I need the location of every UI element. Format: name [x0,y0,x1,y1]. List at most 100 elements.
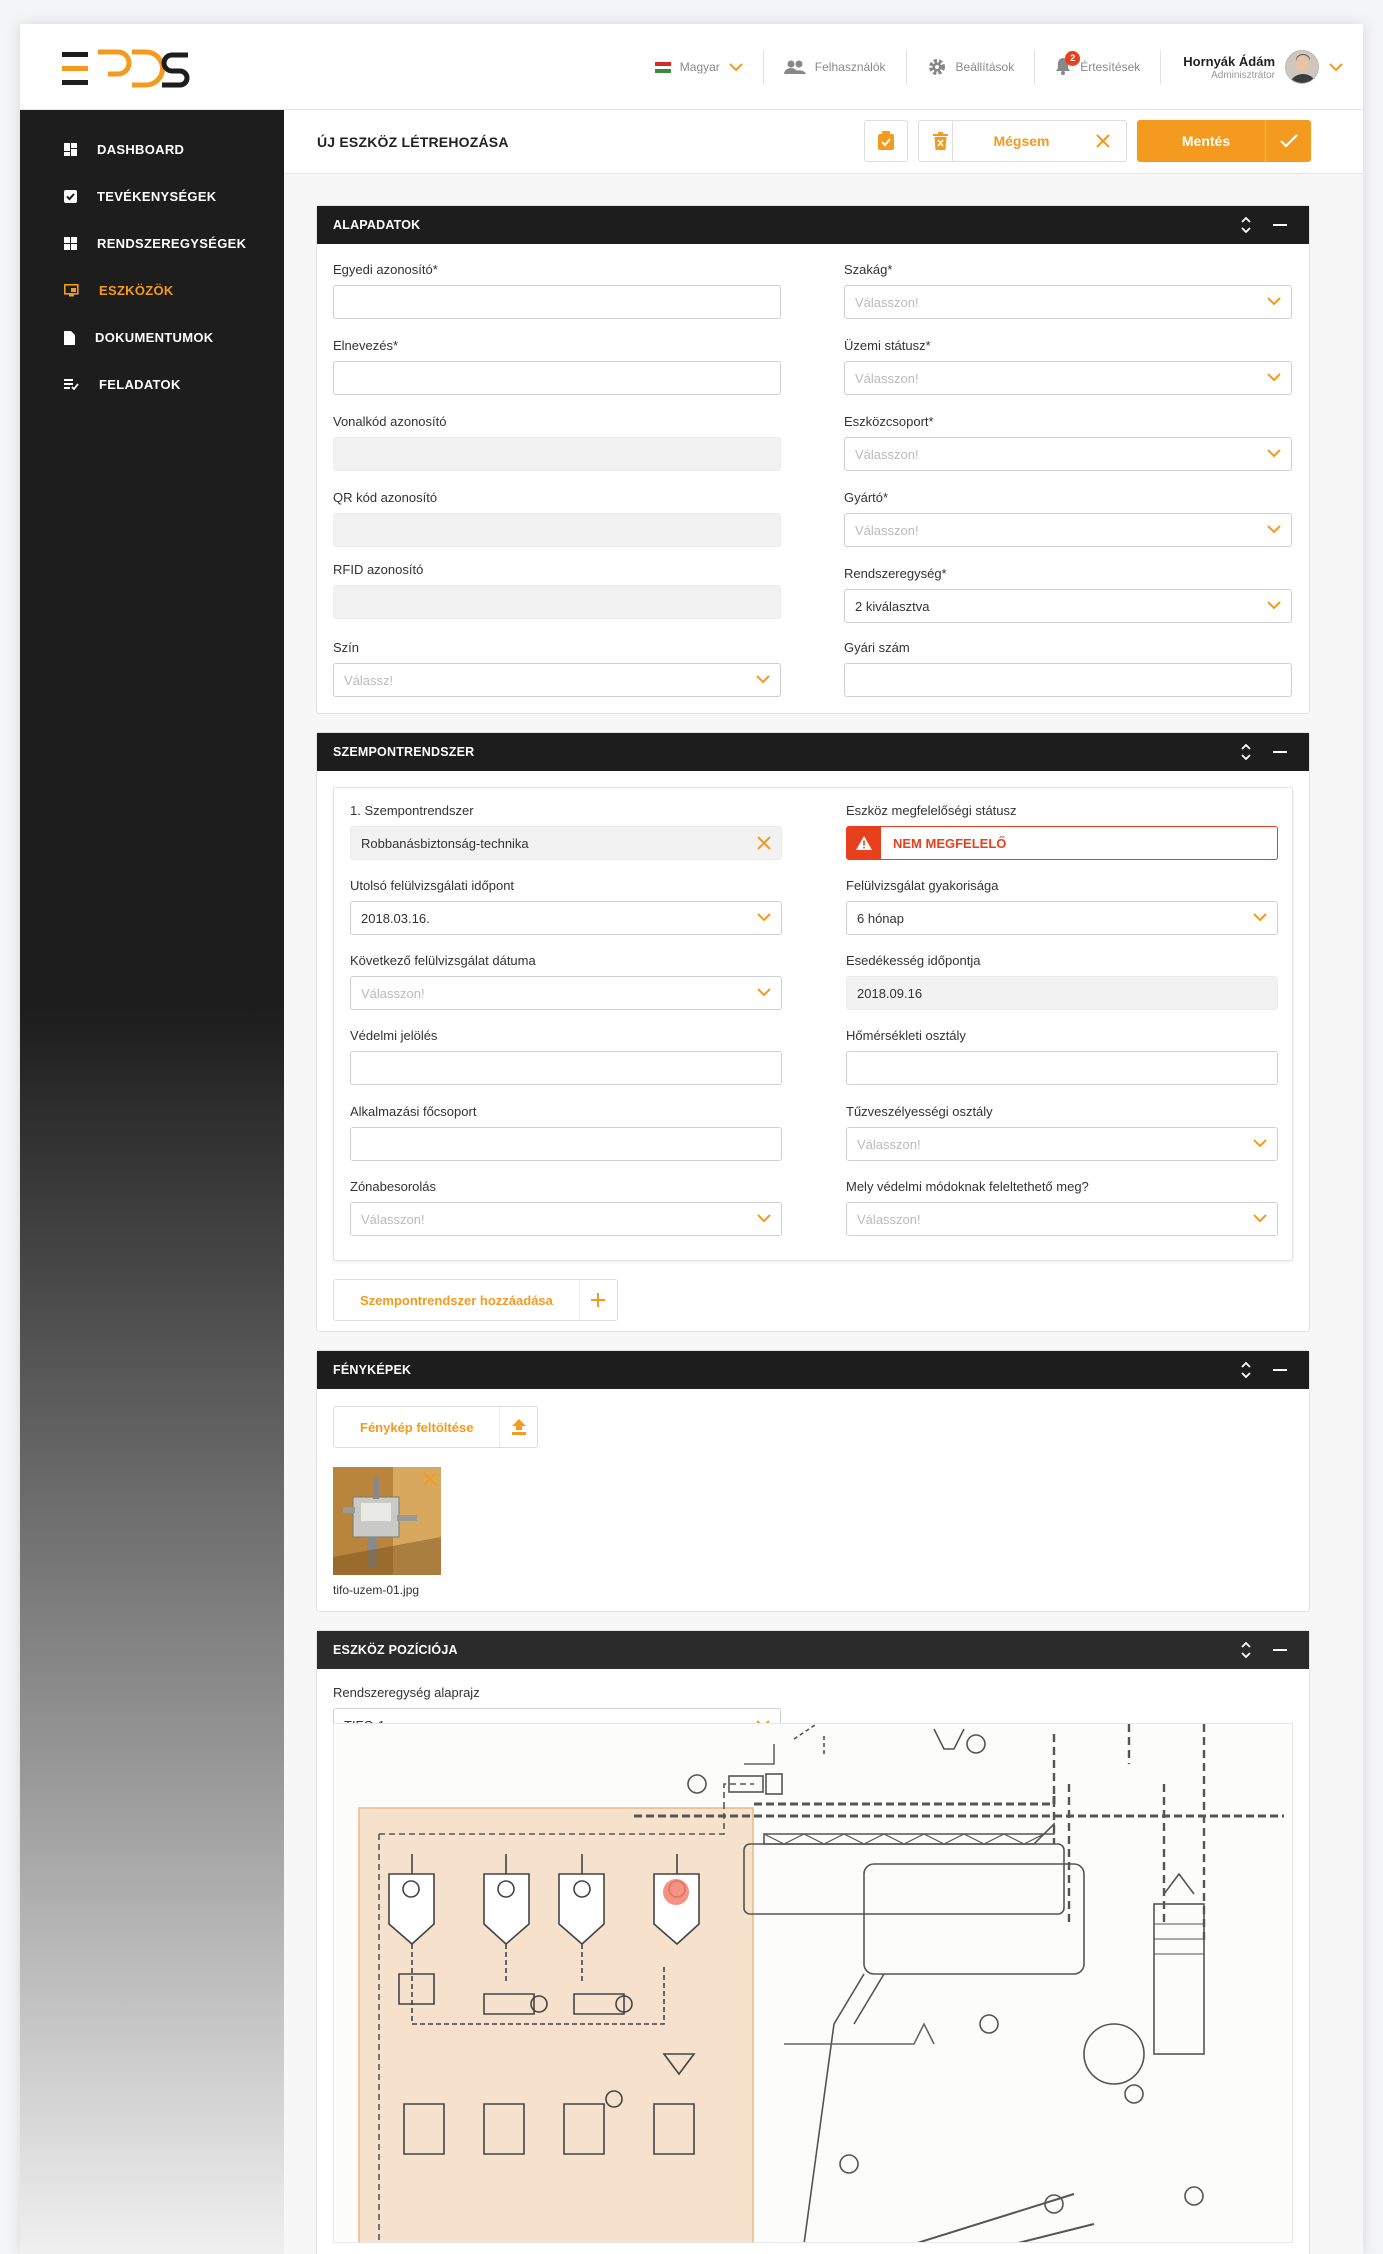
last-review-field: Utolsó felülvizsgálati időpont 2018.03.1… [350,878,782,935]
field-label: Eszközcsoport* [844,414,934,429]
chevron-down-icon [729,62,743,71]
next-review-select[interactable]: Válasszon! [350,976,782,1010]
minimize-icon[interactable] [1273,1649,1287,1651]
select-value: 2018.03.16. [361,910,430,926]
protection-modes-select[interactable]: Válasszon! [846,1202,1278,1236]
add-criteria-label: Szempontrendszer hozzáadása [360,1292,553,1308]
field-label: Hőmérsékleti osztály [846,1028,966,1043]
color-field: Szín Válassz! [333,640,781,697]
expand-collapse-icon[interactable] [1241,216,1251,234]
sysunit-select[interactable]: 2 kiválasztva [844,589,1292,623]
user-menu[interactable]: Hornyák Ádám Adminisztrátor [1161,50,1343,84]
sidebar-item-devices[interactable]: ESZKÖZÖK [20,267,284,314]
unique-id-input[interactable] [333,285,781,319]
group-field: Eszközcsoport* Válasszon! [844,414,1292,471]
fire-class-select[interactable]: Válasszon! [846,1127,1278,1161]
field-label: Rendszeregység* [844,566,947,581]
settings-link[interactable]: Beállítások [907,50,1036,84]
group-select[interactable]: Válasszon! [844,437,1292,471]
top-bar: Magyar Felhasználók Beállítások 2 Értesí… [20,24,1363,110]
due-field: Esedékesség időpontja 2018.09.16 [846,953,1278,1010]
chevron-down-icon [1267,449,1281,458]
minimize-icon[interactable] [1273,224,1287,226]
users-link[interactable]: Felhasználók [764,50,907,84]
panel-title: SZEMPONTRENDSZER [333,745,475,759]
op-status-select[interactable]: Válasszon! [844,361,1292,395]
clear-icon[interactable] [757,836,771,850]
expand-collapse-icon[interactable] [1241,743,1251,761]
chevron-down-icon [756,675,770,684]
compliance-field: Eszköz megfelelőségi státusz NEM MEGFELE… [846,803,1278,860]
cancel-label: Mégsem [993,133,1050,149]
sidebar-item-dashboard[interactable]: DASHBOARD [20,126,284,173]
field-label: Védelmi jelölés [350,1028,438,1043]
upload-photo-button[interactable]: Fénykép feltöltése [333,1406,539,1448]
remove-photo-icon[interactable] [423,1472,437,1486]
qr-field: QR kód azonosító [333,490,781,547]
manufacturer-select[interactable]: Válasszon! [844,513,1292,547]
users-icon [783,60,806,74]
field-value: Robbanásbiztonság-technika [361,835,529,851]
sidebar-item-label: RENDSZEREGYSÉGEK [97,236,247,251]
sidebar-item-system-units[interactable]: RENDSZEREGYSÉGEK [20,220,284,267]
protection-field: Védelmi jelölés [350,1028,782,1085]
close-icon [1096,134,1110,148]
basic-data-panel: ALAPADATOK Egyedi azonosító* Szakág* Vál… [316,205,1310,714]
field-label: Esedékesség időpontja [846,953,981,968]
field-label: Szín [333,640,360,655]
zone-select[interactable]: Válasszon! [350,1202,782,1236]
chevron-down-icon [1267,525,1281,534]
user-info: Hornyák Ádám Adminisztrátor [1183,54,1275,81]
name-input[interactable] [333,361,781,395]
minimize-icon[interactable] [1273,1369,1287,1371]
approve-button[interactable] [864,120,908,162]
language-selector[interactable]: Magyar [635,50,764,84]
main-content: ÚJ ESZKÖZ LÉTREHOZÁSA Mégsem Mentés ALAP… [284,110,1363,2254]
expand-collapse-icon[interactable] [1241,1641,1251,1659]
branch-select[interactable]: Válasszon! [844,285,1292,319]
notification-badge: 2 [1065,50,1081,66]
trash-icon [932,132,948,150]
avatar [1285,50,1319,84]
select-placeholder: Válasszon! [855,522,919,538]
select-placeholder: Válassz! [344,672,394,688]
hungarian-flag-icon [654,61,671,73]
grid-icon [64,237,77,250]
frequency-select[interactable]: 6 hónap [846,901,1278,935]
chevron-down-icon [1329,62,1343,71]
temp-class-input[interactable] [846,1051,1278,1085]
minimize-icon[interactable] [1273,751,1287,753]
tasks-icon [64,379,79,390]
protection-input[interactable] [350,1051,782,1085]
chevron-down-icon [757,1214,771,1223]
last-review-select[interactable]: 2018.03.16. [350,901,782,935]
qr-input [333,513,781,547]
add-criteria-button[interactable]: Szempontrendszer hozzáadása [333,1279,618,1321]
app-window: Magyar Felhasználók Beállítások 2 Értesí… [20,24,1363,2254]
criteria-system-input[interactable]: Robbanásbiztonság-technika [350,826,782,860]
field-label: Mely védelmi módoknak feleltethető meg? [846,1179,1089,1194]
sidebar-item-label: TEVÉKENYSÉGEK [97,189,217,204]
unique-id-field: Egyedi azonosító* [333,262,781,319]
compliance-value: NEM MEGFELELŐ [893,835,1007,851]
cancel-button[interactable]: Mégsem [952,120,1127,162]
notifications-link[interactable]: 2 Értesítések [1035,50,1162,84]
expand-collapse-icon[interactable] [1241,1361,1251,1379]
sidebar-item-tasks[interactable]: FELADATOK [20,361,284,408]
sidebar-item-documents[interactable]: DOKUMENTUMOK [20,314,284,361]
save-label: Mentés [1181,133,1231,149]
panel-header: ESZKÖZ POZÍCIÓJA [317,1631,1309,1669]
floorplan-canvas[interactable] [333,1723,1293,2243]
page-header: ÚJ ESZKÖZ LÉTREHOZÁSA Mégsem Mentés [284,110,1363,174]
serial-input[interactable] [844,663,1292,697]
field-label: 1. Szempontrendszer [350,803,474,818]
manufacturer-field: Gyártó* Válasszon! [844,490,1292,547]
color-select[interactable]: Válassz! [333,663,781,697]
app-group-field: Alkalmazási főcsoport [350,1104,782,1161]
chevron-down-icon [757,988,771,997]
epds-logo [62,49,190,88]
sidebar-item-activities[interactable]: TEVÉKENYSÉGEK [20,173,284,220]
save-button[interactable]: Mentés [1137,120,1311,162]
select-value: 2 kiválasztva [855,598,930,614]
app-group-input[interactable] [350,1127,782,1161]
